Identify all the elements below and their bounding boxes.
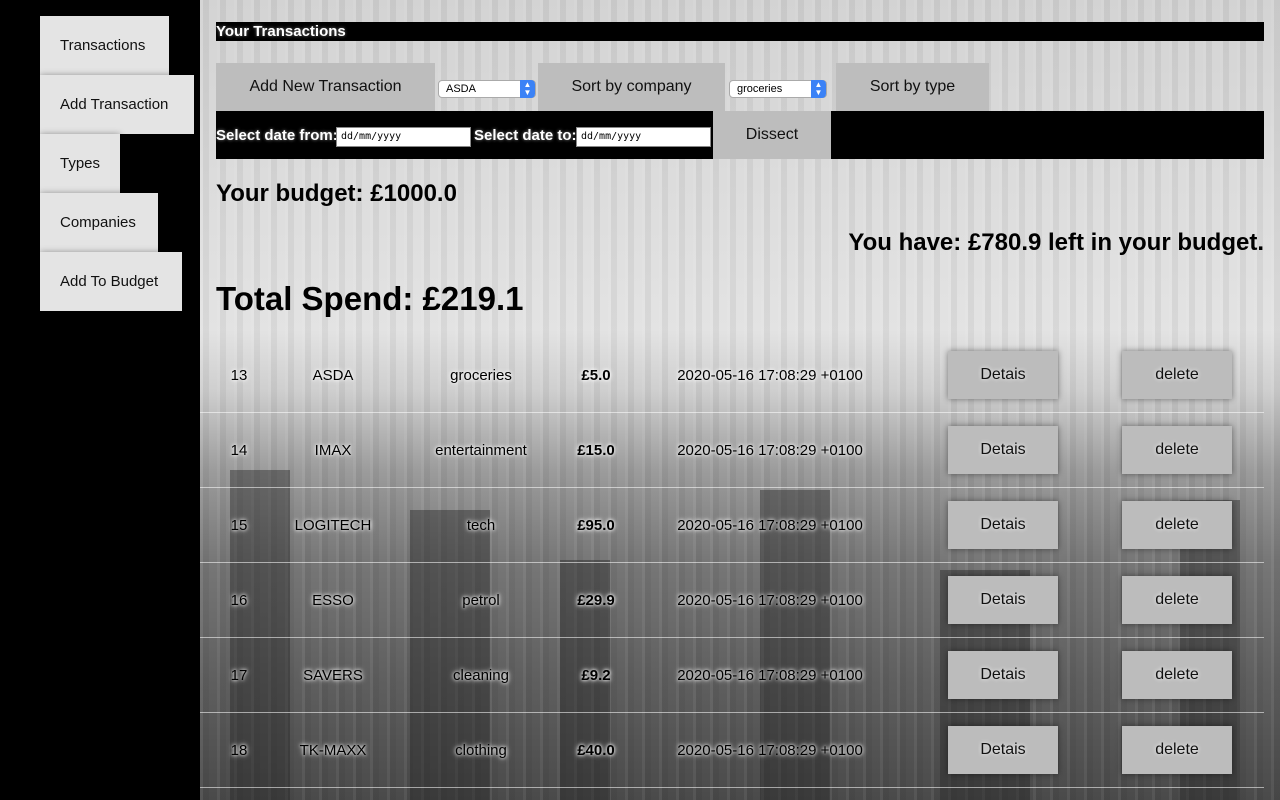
row-type: tech (466, 517, 496, 534)
row-divider (200, 712, 1264, 713)
sort-by-company-button[interactable]: Sort by company (538, 63, 725, 111)
details-button[interactable]: Detais (948, 576, 1058, 624)
total-spend-text: Total Spend: £219.1 (216, 280, 524, 317)
row-id: 15 (230, 517, 248, 534)
row-amount: £95.0 (577, 517, 615, 534)
company-select-value: ASDA (446, 83, 476, 95)
row-type: entertainment (435, 442, 527, 459)
type-select-value: groceries (737, 83, 783, 95)
row-amount: £15.0 (577, 442, 615, 459)
details-button[interactable]: Detais (948, 426, 1058, 474)
row-divider (200, 562, 1264, 563)
sort-by-type-button[interactable]: Sort by type (836, 63, 989, 111)
row-date: 2020-05-16 17:08:29 +0100 (677, 367, 863, 384)
row-id: 18 (230, 742, 248, 759)
row-amount: £9.2 (581, 667, 611, 684)
date-from-input[interactable]: dd/mm/yyyy (336, 127, 471, 147)
row-id: 13 (230, 367, 248, 384)
nav-add-transaction[interactable]: Add Transaction (40, 75, 194, 134)
details-button[interactable]: Detais (948, 726, 1058, 774)
row-company: LOGITECH (294, 517, 372, 534)
row-date: 2020-05-16 17:08:29 +0100 (677, 517, 863, 534)
nav-types[interactable]: Types (40, 134, 120, 193)
details-button[interactable]: Detais (948, 651, 1058, 699)
row-id: 16 (230, 592, 248, 609)
delete-button[interactable]: delete (1122, 426, 1232, 474)
delete-button[interactable]: delete (1122, 501, 1232, 549)
date-to-input[interactable]: dd/mm/yyyy (576, 127, 711, 147)
type-select[interactable]: groceries ▲ ▼ (729, 80, 827, 98)
row-type: petrol (462, 592, 500, 609)
row-company: ESSO (312, 592, 354, 609)
sidebar: Transactions Add Transaction Types Compa… (0, 0, 200, 800)
page-title: Your Transactions (216, 22, 1264, 41)
row-type: groceries (450, 367, 512, 384)
row-type: cleaning (453, 667, 509, 684)
details-button[interactable]: Detais (948, 501, 1058, 549)
main-content: Your Transactions Add New Transaction AS… (200, 0, 1280, 800)
delete-button[interactable]: delete (1122, 351, 1232, 399)
row-id: 14 (230, 442, 248, 459)
row-amount: £40.0 (577, 742, 615, 759)
row-company: SAVERS (303, 667, 363, 684)
row-divider (200, 487, 1264, 488)
date-from-label: Select date from: (216, 127, 338, 144)
chevron-updown-icon: ▲ ▼ (811, 80, 826, 98)
row-company: IMAX (314, 442, 352, 459)
remaining-budget-text: You have: £780.9 left in your budget. (848, 229, 1264, 256)
row-date: 2020-05-16 17:08:29 +0100 (677, 667, 863, 684)
row-date: 2020-05-16 17:08:29 +0100 (677, 592, 863, 609)
row-divider (200, 787, 1264, 788)
nav-add-to-budget[interactable]: Add To Budget (40, 252, 182, 311)
row-id: 17 (230, 667, 248, 684)
row-date: 2020-05-16 17:08:29 +0100 (677, 442, 863, 459)
date-to-label: Select date to: (474, 127, 577, 144)
row-amount: £29.9 (577, 592, 615, 609)
row-company: TK-MAXX (299, 742, 367, 759)
delete-button[interactable]: delete (1122, 651, 1232, 699)
budget-text: Your budget: £1000.0 (216, 180, 457, 207)
chevron-updown-icon: ▲ ▼ (520, 80, 535, 98)
nav-companies[interactable]: Companies (40, 193, 158, 252)
row-type: clothing (455, 742, 507, 759)
company-select[interactable]: ASDA ▲ ▼ (438, 80, 536, 98)
row-date: 2020-05-16 17:08:29 +0100 (677, 742, 863, 759)
row-amount: £5.0 (581, 367, 611, 384)
add-new-transaction-button[interactable]: Add New Transaction (216, 63, 435, 111)
date-filter-bar: Select date from: dd/mm/yyyy Select date… (216, 111, 1264, 159)
delete-button[interactable]: delete (1122, 576, 1232, 624)
delete-button[interactable]: delete (1122, 726, 1232, 774)
row-divider (200, 637, 1264, 638)
details-button[interactable]: Detais (948, 351, 1058, 399)
nav-transactions[interactable]: Transactions (40, 16, 169, 75)
dissect-button[interactable]: Dissect (713, 111, 831, 159)
row-divider (200, 412, 1264, 413)
row-company: ASDA (312, 367, 354, 384)
